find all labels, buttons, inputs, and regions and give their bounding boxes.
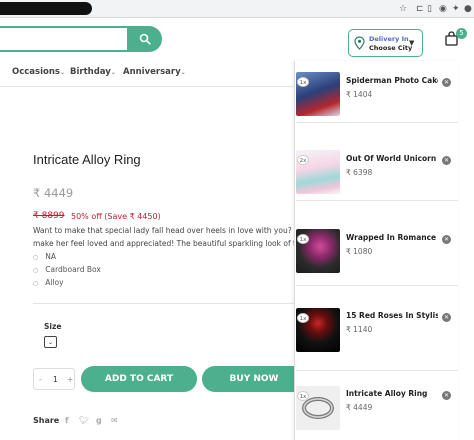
search-button[interactable]: [127, 26, 162, 52]
product-attribute: Cardboard Box: [33, 265, 101, 274]
address-bar-redacted[interactable]: [0, 2, 92, 15]
chevron-down-icon: ⌄: [110, 69, 116, 76]
item-quantity-badge: 1x: [297, 77, 309, 87]
buy-now-button[interactable]: BUY NOW: [202, 366, 306, 392]
close-icon: ✕: [443, 79, 450, 86]
divider: [296, 285, 458, 286]
cart-item-name[interactable]: Intricate Alloy Ring: [346, 389, 427, 398]
twitter-icon[interactable]: 🐦︎: [79, 416, 89, 425]
remove-item-button[interactable]: ✕: [442, 156, 451, 165]
cart-item-name[interactable]: Out Of World Unicorn ...: [346, 154, 438, 163]
nav-item-anniversary[interactable]: Anniversary⌄: [123, 67, 186, 77]
add-to-cart-button[interactable]: ADD TO CART: [81, 366, 197, 392]
quantity-value[interactable]: 1: [53, 375, 58, 384]
divider: [296, 200, 458, 201]
cart-item-name[interactable]: Wrapped In Romance: [346, 233, 436, 242]
product-description-line: Want to make that special lady fall head…: [33, 226, 305, 235]
divider: [296, 370, 458, 371]
cart-item-price: ₹ 4449: [346, 403, 373, 412]
product-title: Intricate Alloy Ring: [33, 152, 141, 167]
puzzle-icon[interactable]: ✦: [452, 3, 460, 15]
item-quantity-badge: 1x: [297, 234, 309, 244]
size-label: Size: [44, 322, 62, 331]
close-icon: ✕: [443, 314, 450, 321]
quantity-decrease-button[interactable]: -: [39, 375, 42, 384]
close-icon: ✕: [443, 392, 450, 399]
product-description-line: make her feel loved and appreciated! The…: [33, 239, 301, 248]
chevron-down-icon: ▼: [409, 39, 415, 47]
cart-item-name[interactable]: 15 Red Roses In Stylish ...: [346, 311, 438, 320]
browser-toolbar: ☆ ⊏ ▯ ◉ ✦ ●: [0, 0, 474, 18]
quantity-increase-button[interactable]: +: [67, 375, 73, 384]
star-icon[interactable]: ☆: [399, 3, 407, 15]
facebook-icon[interactable]: f: [65, 416, 68, 425]
remove-item-button[interactable]: ✕: [442, 78, 451, 87]
chevron-down-icon: ⌄: [47, 339, 54, 346]
divider: [296, 122, 458, 123]
search-icon: [139, 33, 151, 45]
google-plus-icon[interactable]: g: [96, 416, 102, 425]
nav-item-birthday[interactable]: Birthday⌄: [70, 67, 116, 77]
delivery-label: Delivery In: [369, 35, 409, 43]
cart-item-name[interactable]: Spiderman Photo Cake: [346, 76, 438, 85]
close-icon: ✕: [443, 157, 450, 164]
remove-item-button[interactable]: ✕: [442, 235, 451, 244]
email-icon[interactable]: ✉: [111, 416, 118, 425]
nav-divider: [0, 86, 294, 87]
cart-count-badge: 5: [456, 28, 467, 39]
nav-item-label: Occasions: [12, 67, 60, 77]
search-input[interactable]: [0, 26, 134, 52]
nav-item-label: Birthday: [70, 67, 111, 77]
discount-text: 50% off (Save ₹ 4450): [71, 212, 161, 221]
product-attribute: Alloy: [33, 278, 63, 287]
cart-item-price: ₹ 1140: [346, 325, 373, 334]
quantity-stepper: - 1 +: [33, 368, 75, 390]
item-quantity-badge: 1x: [297, 391, 309, 401]
remove-item-button[interactable]: ✕: [442, 313, 451, 322]
original-price: ₹ 8899: [33, 211, 65, 221]
product-price: ₹ 4449: [33, 186, 74, 200]
divider: [33, 303, 295, 304]
close-icon: ✕: [443, 236, 450, 243]
cart-item-price: ₹ 1080: [346, 247, 373, 256]
delivery-location-selector[interactable]: Delivery In Choose City ▼: [348, 29, 423, 57]
page-edge: [462, 61, 474, 440]
extension-icon[interactable]: ⊏: [416, 3, 424, 15]
cast-icon[interactable]: ▯: [427, 3, 432, 15]
item-quantity-badge: 2x: [297, 155, 309, 165]
cart-item-price: ₹ 6398: [346, 168, 373, 177]
product-attribute: NA: [33, 252, 56, 261]
delivery-city: Choose City: [369, 44, 413, 52]
remove-item-button[interactable]: ✕: [442, 391, 451, 400]
cart-item-price: ₹ 1404: [346, 90, 373, 99]
size-select[interactable]: ⌄: [44, 336, 57, 348]
account-icon[interactable]: ●: [464, 3, 472, 15]
item-quantity-badge: 1x: [297, 313, 309, 323]
media-icon[interactable]: ◉: [439, 3, 447, 15]
chevron-down-icon: ⌄: [180, 69, 186, 76]
share-label: Share: [33, 416, 60, 425]
nav-item-occasions[interactable]: Occasions⌄: [12, 67, 65, 77]
nav-item-label: Anniversary: [123, 67, 181, 77]
location-pin-icon: [354, 36, 365, 50]
chevron-down-icon: ⌄: [59, 69, 65, 76]
